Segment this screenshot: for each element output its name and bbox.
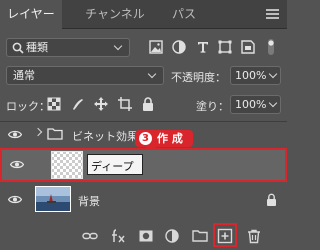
chevron-down-icon [147, 69, 157, 79]
filter-adjustment-icon[interactable] [171, 39, 187, 55]
panel-menu-icon[interactable] [266, 9, 279, 20]
layers-bottom-bar [0, 220, 287, 250]
folder-icon [47, 128, 63, 140]
eye-icon[interactable] [10, 160, 24, 169]
new-layer-icon[interactable] [217, 228, 233, 244]
filter-kind-label: 種類 [26, 41, 48, 54]
new-group-icon[interactable] [192, 228, 208, 244]
search-icon [12, 42, 24, 54]
step-text: 作 成 [157, 132, 183, 145]
filter-smart-object-icon[interactable] [240, 39, 256, 55]
chevron-right-icon[interactable] [33, 127, 43, 137]
fill-value: 100% [235, 98, 267, 111]
tab-paths[interactable]: パス [163, 0, 205, 29]
fill-label: 塗り： [196, 100, 229, 113]
lock-icon [267, 193, 276, 206]
lock-all-icon[interactable] [140, 96, 156, 112]
chevron-down-icon [268, 69, 278, 79]
opacity-label: 不透明度： [171, 71, 226, 84]
lock-position-icon[interactable] [93, 96, 109, 112]
layer-name-new: ディープ [91, 160, 134, 173]
filter-type-icon[interactable] [195, 39, 211, 55]
fill-input[interactable]: 100% [230, 95, 281, 114]
adjustment-layer-icon[interactable] [164, 228, 180, 244]
blend-mode-select[interactable]: 通常 [6, 66, 164, 85]
layer-name-background[interactable]: 背景 [78, 193, 100, 209]
add-mask-icon[interactable] [138, 228, 154, 244]
eye-icon[interactable] [8, 195, 22, 204]
panel-tab-bar: レイヤー チャンネル パス [0, 0, 287, 30]
layer-row-new[interactable]: ディープ [0, 148, 287, 182]
chevron-down-icon [268, 98, 278, 108]
lock-label: ロック： [6, 100, 50, 113]
layer-name-input[interactable]: ディープ [87, 154, 143, 175]
fx-icon[interactable] [110, 228, 126, 244]
tab-layers[interactable]: レイヤー [0, 0, 62, 30]
layer-row-background[interactable]: 背景 [0, 184, 287, 215]
filter-pixel-icon[interactable] [148, 39, 164, 55]
link-layers-icon[interactable] [82, 228, 98, 244]
layer-thumbnail-photo [35, 186, 71, 212]
lock-image-pixels-icon[interactable] [70, 96, 86, 112]
step-annotation: 3 作 成 [135, 130, 193, 154]
filter-shape-icon[interactable] [217, 39, 233, 55]
layer-thumbnail-transparent [51, 151, 83, 179]
lock-transparent-pixels-icon[interactable] [46, 96, 62, 112]
chevron-down-icon [113, 41, 123, 51]
opacity-value: 100% [235, 69, 267, 82]
step-number: 3 [139, 132, 152, 145]
blend-mode-value: 通常 [13, 69, 35, 82]
tab-channels[interactable]: チャンネル [74, 0, 156, 29]
trash-icon[interactable] [246, 228, 262, 244]
lock-artboard-icon[interactable] [117, 96, 133, 112]
filter-toggle-icon[interactable] [265, 38, 277, 56]
opacity-input[interactable]: 100% [230, 66, 281, 85]
filter-kind-select[interactable]: 種類 [6, 38, 130, 57]
eye-icon[interactable] [8, 130, 22, 139]
layer-name-group[interactable]: ビネット効果 [72, 128, 138, 144]
